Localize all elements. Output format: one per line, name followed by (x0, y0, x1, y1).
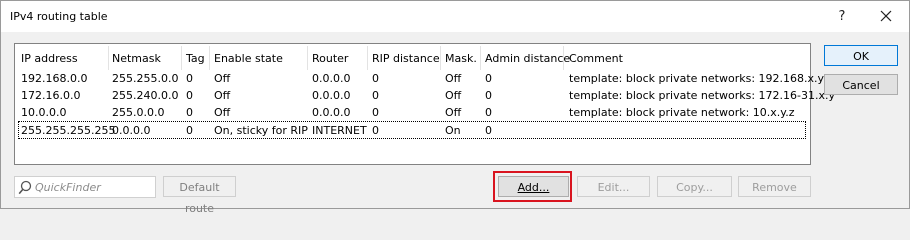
cell-tag: 0 (186, 124, 193, 137)
cell-rip-distance: 0 (372, 106, 379, 119)
window-title: IPv4 routing table (10, 10, 108, 23)
column-header-mask[interactable]: Mask. (445, 52, 477, 65)
column-separator[interactable] (181, 46, 182, 70)
column-header-router[interactable]: Router (312, 52, 348, 65)
cell-rip-distance: 0 (372, 89, 379, 102)
column-header-netmask[interactable]: Netmask (112, 52, 161, 65)
default-route-button[interactable]: Default route (163, 176, 236, 215)
cell-comment: template: block private network: 10.x.y.… (569, 106, 795, 119)
column-separator[interactable] (209, 46, 210, 70)
cell-rip-distance: 0 (372, 72, 379, 85)
cell-tag: 0 (186, 89, 193, 102)
cell-netmask: 255.0.0.0 (112, 106, 165, 119)
cell-admin-distance: 0 (485, 106, 492, 119)
cell-admin-distance: 0 (485, 72, 492, 85)
close-icon (880, 10, 892, 22)
dialog-window: IPv4 routing table ? IP address Netmask … (0, 0, 910, 215)
title-bar: IPv4 routing table ? (1, 1, 909, 32)
ok-button[interactable]: OK (824, 45, 898, 66)
column-separator[interactable] (108, 46, 109, 70)
cell-enable-state: Off (214, 72, 231, 85)
column-separator[interactable] (480, 46, 481, 70)
cell-comment: template: block private networks: 192.16… (569, 72, 825, 85)
table-row[interactable]: 192.168.0.0 255.255.0.0 0 Off 0.0.0.0 0 … (18, 70, 824, 87)
column-separator[interactable] (563, 46, 564, 70)
edit-button[interactable]: Edit... (577, 176, 650, 197)
cell-router: INTERNET (312, 124, 367, 137)
cell-mask: On (445, 124, 461, 137)
cell-enable-state: Off (214, 89, 231, 102)
cell-router: 0.0.0.0 (312, 89, 351, 102)
column-separator[interactable] (367, 46, 368, 70)
column-header-rip-distance[interactable]: RIP distance (372, 52, 440, 65)
cell-ip-address: 10.0.0.0 (21, 106, 67, 119)
table-row-selected[interactable]: 255.255.255.255 0.0.0.0 0 On, sticky for… (18, 121, 806, 139)
column-header-ip-address[interactable]: IP address (21, 52, 78, 65)
cell-admin-distance: 0 (485, 124, 492, 137)
copy-button[interactable]: Copy... (657, 176, 732, 197)
cell-mask: Off (445, 106, 462, 119)
help-button[interactable]: ? (829, 4, 855, 29)
cell-ip-address: 192.168.0.0 (21, 72, 88, 85)
cell-netmask: 0.0.0.0 (112, 124, 151, 137)
cell-tag: 0 (186, 72, 193, 85)
cell-router: 0.0.0.0 (312, 106, 351, 119)
cell-netmask: 255.255.0.0 (112, 72, 179, 85)
column-separator[interactable] (307, 46, 308, 70)
search-icon (18, 180, 32, 198)
cell-rip-distance: 0 (372, 124, 379, 137)
cell-ip-address: 255.255.255.255 (21, 124, 116, 137)
add-button-highlight-annotation (493, 171, 572, 202)
close-button[interactable] (873, 4, 899, 29)
column-header-tag[interactable]: Tag (186, 52, 205, 65)
table-row[interactable]: 172.16.0.0 255.240.0.0 0 Off 0.0.0.0 0 O… (18, 87, 835, 104)
quickfinder-placeholder: QuickFinder (35, 181, 101, 194)
cell-enable-state: On, sticky for RIP (214, 124, 308, 137)
cell-tag: 0 (186, 106, 193, 119)
routing-table[interactable]: IP address Netmask Tag Enable state Rout… (14, 43, 835, 165)
cell-mask: Off (445, 72, 462, 85)
column-header-enable-state[interactable]: Enable state (214, 52, 283, 65)
cell-ip-address: 172.16.0.0 (21, 89, 81, 102)
cancel-button[interactable]: Cancel (824, 74, 898, 95)
cell-netmask: 255.240.0.0 (112, 89, 179, 102)
cell-comment: template: block private networks: 172.16… (569, 89, 836, 102)
cell-enable-state: Off (214, 106, 231, 119)
cell-mask: Off (445, 89, 462, 102)
column-separator[interactable] (440, 46, 441, 70)
quickfinder-input[interactable]: QuickFinder (14, 176, 156, 198)
table-row[interactable]: 10.0.0.0 255.0.0.0 0 Off 0.0.0.0 0 Off 0… (18, 104, 807, 121)
cell-admin-distance: 0 (485, 89, 492, 102)
cell-router: 0.0.0.0 (312, 72, 351, 85)
remove-button[interactable]: Remove (738, 176, 811, 197)
column-header-admin-distance[interactable]: Admin distance (485, 52, 570, 65)
column-header-comment[interactable]: Comment (569, 52, 623, 65)
